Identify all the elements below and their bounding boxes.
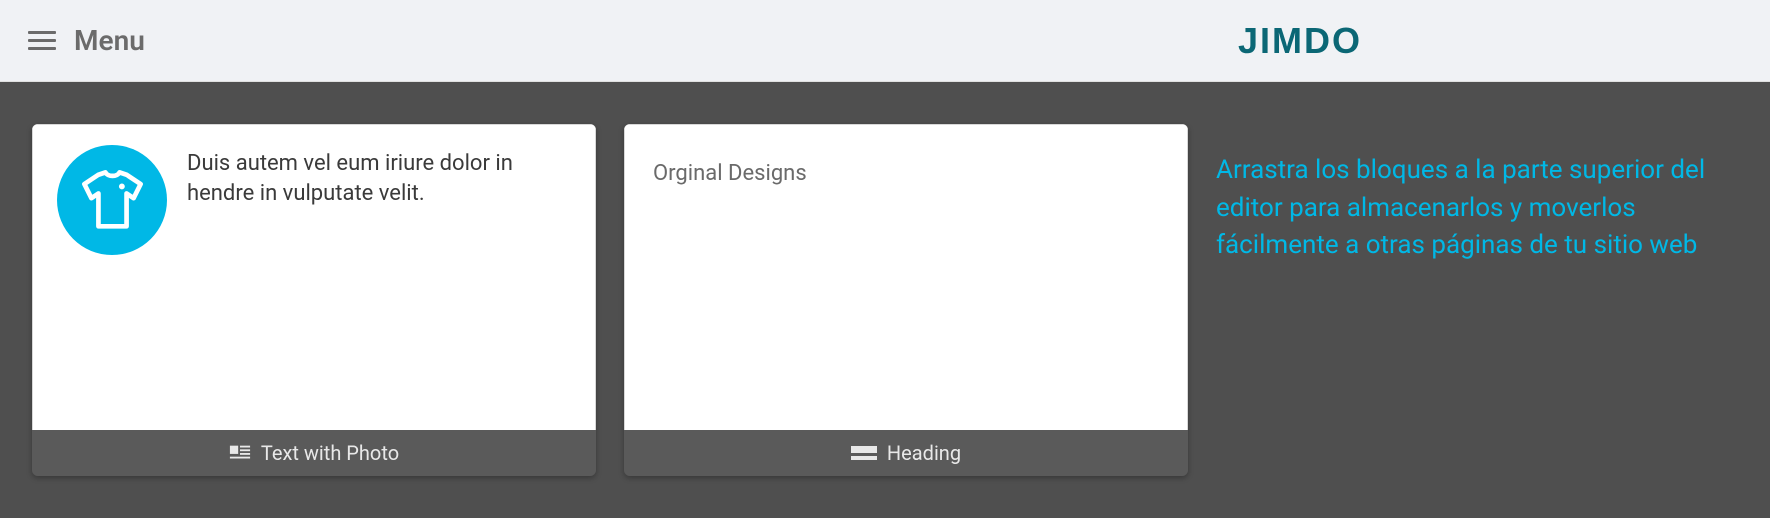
block-body: Duis autem vel eum iriure dolor in hendr… xyxy=(32,124,596,430)
text-with-photo-icon xyxy=(229,442,251,464)
heading-icon xyxy=(851,446,877,460)
block-footer: Heading xyxy=(624,430,1188,476)
block-footer: Text with Photo xyxy=(32,430,596,476)
app-header: Menu JIMDO xyxy=(0,0,1770,82)
hamburger-icon xyxy=(28,31,56,50)
editor-storage-area: Duis autem vel eum iriure dolor in hendr… xyxy=(0,82,1770,518)
block-body: Orginal Designs xyxy=(624,124,1188,430)
block-heading[interactable]: Orginal Designs Heading xyxy=(624,124,1188,476)
block-heading-content: Orginal Designs xyxy=(649,145,807,186)
jimdo-logo: JIMDO xyxy=(1238,20,1362,62)
block-footer-label: Heading xyxy=(887,441,961,465)
block-text-with-photo[interactable]: Duis autem vel eum iriure dolor in hendr… xyxy=(32,124,596,476)
block-footer-label: Text with Photo xyxy=(261,441,399,465)
instruction-text: Arrastra los bloques a la parte superior… xyxy=(1216,124,1736,476)
tshirt-icon xyxy=(57,145,167,255)
block-text-content: Duis autem vel eum iriure dolor in hendr… xyxy=(187,145,571,208)
menu-button[interactable]: Menu xyxy=(28,24,145,57)
menu-label: Menu xyxy=(74,24,145,57)
